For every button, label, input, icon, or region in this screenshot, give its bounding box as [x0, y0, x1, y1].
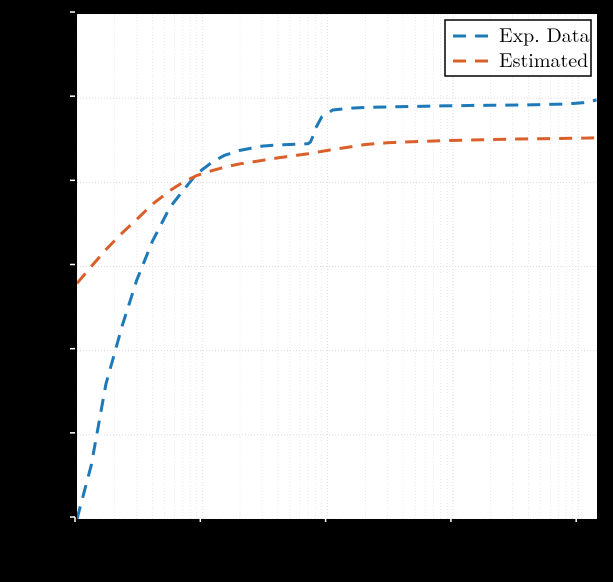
- ytick-2: -150: [28, 333, 65, 362]
- ytick-3: -100: [28, 249, 65, 278]
- ytick-6: 50: [45, 0, 65, 25]
- ytick-4: -50: [38, 164, 65, 193]
- axes-svg: -250 -200 -150 -100 -50 0 50 10-1 100 10…: [0, 0, 613, 582]
- ytick-1: -200: [28, 417, 65, 446]
- figure: Exp. Data Estimated -250 -200 -150 -100 …: [0, 0, 613, 582]
- x-ticks: 10-1 100 101 102 103: [59, 515, 590, 546]
- y-ticks: -250 -200 -150 -100 -50 0 50: [28, 0, 75, 530]
- y-axis-label: Imag (Z): [0, 226, 26, 304]
- x-axis-label: Frequency [Hz]: [270, 547, 401, 576]
- ytick-5: 0: [55, 80, 65, 109]
